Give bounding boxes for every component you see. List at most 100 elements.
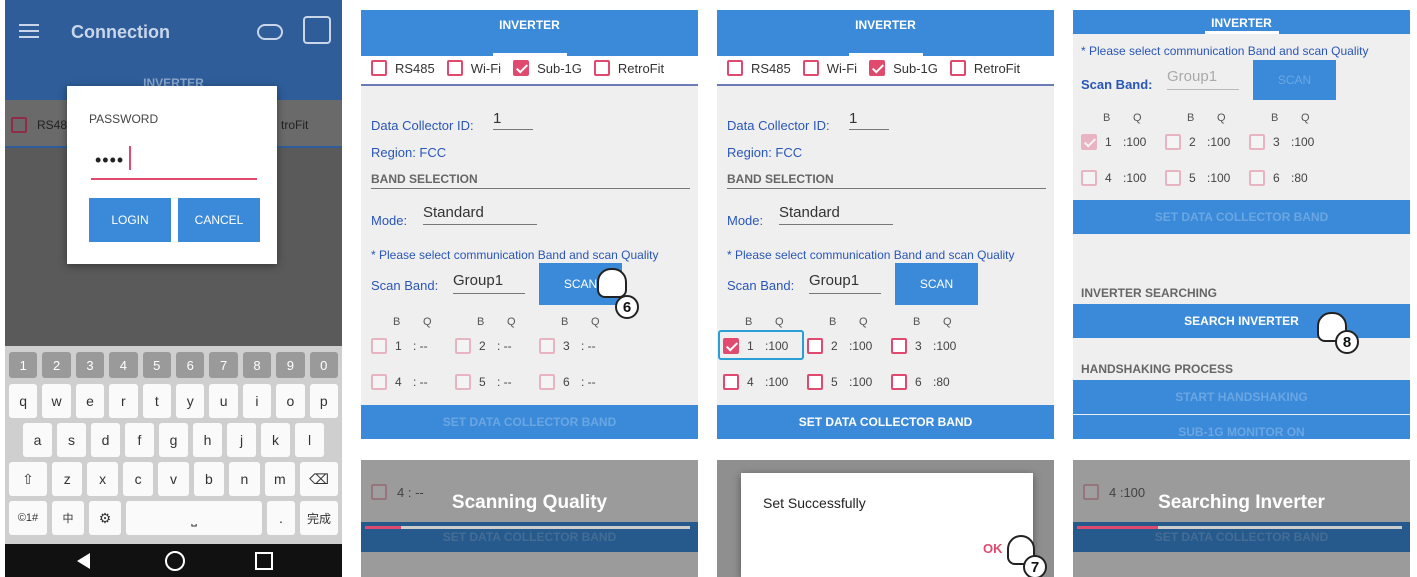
band-option-1-checkbox[interactable] — [723, 338, 739, 354]
tab-inverter[interactable]: INVERTER — [717, 18, 1054, 32]
band-option-4-checkbox[interactable] — [723, 374, 739, 390]
space-key[interactable]: ⎵ — [126, 501, 262, 535]
cloud-icon[interactable] — [257, 24, 283, 40]
checkbox-retrofit[interactable] — [949, 60, 966, 76]
back-icon[interactable] — [77, 553, 90, 569]
letter-key[interactable]: k — [261, 423, 290, 457]
letter-key[interactable]: m — [264, 462, 295, 496]
login-button[interactable]: LOGIN — [89, 198, 171, 242]
mode-select[interactable]: Standard — [423, 204, 537, 225]
dcu-wifi-icon[interactable] — [303, 16, 331, 44]
number-key[interactable]: 5 — [142, 352, 171, 378]
letter-key[interactable]: f — [125, 423, 154, 457]
number-key[interactable]: 6 — [175, 352, 205, 378]
number-key[interactable]: 1 — [9, 352, 38, 378]
tab-inverter[interactable]: INVERTER — [361, 18, 698, 32]
letter-key[interactable]: b — [193, 462, 225, 496]
letter-key[interactable]: n — [229, 462, 260, 496]
number-key[interactable]: 3 — [75, 352, 105, 378]
checkbox-wifi[interactable] — [446, 60, 463, 76]
shift-key[interactable]: ⇧ — [9, 462, 47, 496]
letter-key[interactable]: e — [75, 384, 105, 418]
settings-icon[interactable]: ⚙ — [89, 501, 121, 535]
number-key[interactable]: 7 — [209, 352, 238, 378]
band-option-5-checkbox[interactable] — [1165, 170, 1181, 186]
letter-key[interactable]: h — [193, 423, 222, 457]
scan-band-select[interactable]: Group1 — [1167, 68, 1239, 90]
letter-key[interactable]: x — [87, 462, 118, 496]
scan-button[interactable]: SCAN — [1253, 60, 1336, 100]
letter-key[interactable]: g — [159, 423, 188, 457]
menu-icon[interactable] — [19, 24, 39, 38]
band-option-2-checkbox[interactable] — [1165, 134, 1181, 150]
band-option-5-checkbox[interactable] — [807, 374, 823, 390]
dc-id-field[interactable]: 1 — [849, 110, 889, 130]
done-key[interactable]: 完成 — [300, 501, 338, 535]
band-option-6-checkbox[interactable] — [891, 374, 907, 390]
letter-key[interactable]: u — [209, 384, 238, 418]
password-field[interactable]: •••• — [91, 140, 257, 180]
band-option-4-checkbox[interactable] — [371, 374, 387, 390]
letter-key[interactable]: z — [52, 462, 83, 496]
band-option-3-checkbox[interactable] — [1249, 134, 1265, 150]
letter-key[interactable]: t — [142, 384, 171, 418]
band-option-3-checkbox[interactable] — [539, 338, 555, 354]
letter-key[interactable]: a — [23, 423, 52, 457]
checkbox-rs485[interactable] — [371, 60, 387, 76]
language-key[interactable]: 中 — [52, 501, 84, 535]
letter-key[interactable]: o — [276, 384, 305, 418]
search-inverter-button[interactable]: SEARCH INVERTER — [1073, 304, 1410, 338]
start-handshaking-button[interactable]: START HANDSHAKING — [1073, 380, 1410, 414]
letter-key[interactable]: s — [57, 423, 86, 457]
band-option-2-checkbox[interactable] — [455, 338, 471, 354]
symbol-key[interactable]: ©1# — [9, 501, 47, 535]
letter-key[interactable]: i — [242, 384, 272, 418]
letter-key[interactable]: j — [227, 423, 256, 457]
band-option-4-checkbox[interactable] — [1081, 170, 1097, 186]
set-band-button[interactable]: SET DATA COLLECTOR BAND — [1073, 200, 1410, 234]
scan-band-label: Scan Band: — [1081, 77, 1153, 92]
number-key[interactable]: 4 — [109, 352, 138, 378]
recents-icon[interactable] — [255, 552, 273, 570]
checkbox-wifi[interactable] — [802, 60, 819, 76]
scan-button[interactable]: SCAN — [895, 263, 978, 305]
number-key[interactable]: 0 — [309, 352, 338, 378]
set-band-button[interactable]: SET DATA COLLECTOR BAND — [717, 405, 1054, 439]
tab-inverter[interactable]: INVERTER — [1073, 16, 1410, 30]
dc-id-field[interactable]: 1 — [493, 110, 533, 130]
scan-band-select[interactable]: Group1 — [809, 272, 881, 294]
band-option-5-checkbox[interactable] — [455, 374, 471, 390]
cancel-button[interactable]: CANCEL — [178, 198, 260, 242]
letter-key[interactable]: v — [158, 462, 189, 496]
mode-select[interactable]: Standard — [779, 204, 893, 225]
home-icon[interactable] — [165, 551, 185, 571]
band-option-1-checkbox[interactable] — [371, 338, 387, 354]
band-option-3-checkbox[interactable] — [891, 338, 907, 354]
letter-key[interactable]: r — [109, 384, 138, 418]
backspace-key[interactable]: ⌫ — [300, 462, 338, 496]
number-key[interactable]: 8 — [242, 352, 272, 378]
checkbox-rs485[interactable] — [11, 117, 27, 133]
checkbox-retrofit[interactable] — [593, 60, 610, 76]
letter-key[interactable]: d — [91, 423, 120, 457]
letter-key[interactable]: l — [295, 423, 324, 457]
set-band-button[interactable]: SET DATA COLLECTOR BAND — [361, 405, 698, 439]
band-option-6-checkbox[interactable] — [1249, 170, 1265, 186]
checkbox-sub1g[interactable] — [513, 60, 530, 76]
monitor-button[interactable]: SUB-1G MONITOR ON — [1073, 415, 1410, 439]
letter-key[interactable]: p — [309, 384, 338, 418]
number-key[interactable]: 9 — [276, 352, 305, 378]
band-option-6-checkbox[interactable] — [539, 374, 555, 390]
number-key[interactable]: 2 — [42, 352, 71, 378]
checkbox-rs485[interactable] — [727, 60, 743, 76]
letter-key[interactable]: c — [122, 462, 154, 496]
band-option-2-checkbox[interactable] — [807, 338, 823, 354]
letter-key[interactable]: w — [42, 384, 71, 418]
scan-band-select[interactable]: Group1 — [453, 272, 525, 294]
checkbox-sub1g[interactable] — [869, 60, 886, 76]
period-key[interactable]: . — [267, 501, 295, 535]
letter-key[interactable]: y — [175, 384, 205, 418]
band-option-1-checkbox[interactable] — [1081, 134, 1097, 150]
ok-button[interactable]: OK — [983, 541, 1003, 556]
letter-key[interactable]: q — [9, 384, 38, 418]
